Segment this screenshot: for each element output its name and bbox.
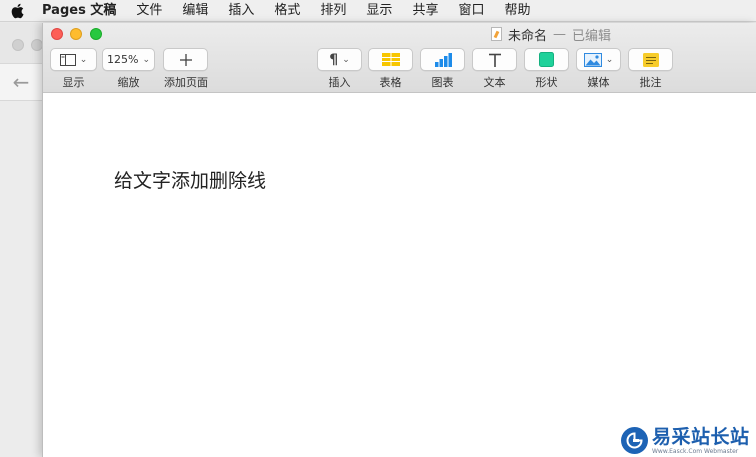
pages-window: 未命名 — 已编辑 ⌄ 显示 125% ⌄ 缩放 添加页面 ¶ ⌄ 插入 表格 … xyxy=(42,23,756,457)
plus-icon xyxy=(179,53,192,66)
menu-share[interactable]: 共享 xyxy=(402,0,448,22)
photo-icon xyxy=(583,52,602,67)
document-status: 已编辑 xyxy=(572,28,612,44)
menu-window[interactable]: 窗口 xyxy=(448,0,494,22)
view-button[interactable]: ⌄ xyxy=(50,48,97,71)
square-shape-icon xyxy=(539,52,554,67)
chevron-down-icon: ⌄ xyxy=(142,54,150,65)
menu-format[interactable]: 格式 xyxy=(264,0,310,22)
menu-file[interactable]: 文件 xyxy=(126,0,172,22)
table-button[interactable] xyxy=(368,48,413,71)
chevron-down-icon: ⌄ xyxy=(342,54,350,65)
menu-insert[interactable]: 插入 xyxy=(218,0,264,22)
back-arrow-icon[interactable]: ← xyxy=(10,71,32,93)
menu-edit[interactable]: 编辑 xyxy=(172,0,218,22)
shape-button[interactable] xyxy=(524,48,569,71)
close-window-icon[interactable] xyxy=(51,28,63,40)
apple-menu-icon[interactable] xyxy=(0,0,34,22)
document-body-text[interactable]: 给文字添加删除线 xyxy=(114,166,266,193)
media-label: 媒体 xyxy=(587,76,610,89)
menu-app-name[interactable]: Pages 文稿 xyxy=(34,0,126,22)
menu-arrange[interactable]: 排列 xyxy=(310,0,356,22)
inactive-close-icon[interactable] xyxy=(12,39,24,51)
watermark-text: 易采站长站 Www.Easck.Com Webmaster xyxy=(652,425,750,455)
site-watermark: 易采站长站 Www.Easck.Com Webmaster xyxy=(621,424,756,457)
chart-button[interactable] xyxy=(420,48,465,71)
shape-label: 形状 xyxy=(535,76,558,89)
bar-chart-icon xyxy=(434,52,452,67)
zoom-label: 缩放 xyxy=(117,76,140,89)
menu-view[interactable]: 显示 xyxy=(356,0,402,22)
add-page-label: 添加页面 xyxy=(164,76,208,89)
zoom-value: 125% xyxy=(107,53,139,66)
table-label: 表格 xyxy=(379,76,402,89)
insert-label: 插入 xyxy=(328,76,351,89)
menu-bar: Pages 文稿 文件 编辑 插入 格式 排列 显示 共享 窗口 帮助 xyxy=(0,0,756,22)
document-title: 未命名 — 已编辑 xyxy=(491,25,612,44)
paragraph-icon: ¶ xyxy=(329,51,339,68)
text-button[interactable] xyxy=(472,48,517,71)
pages-document-icon xyxy=(491,27,502,41)
fullscreen-window-icon[interactable] xyxy=(90,28,102,40)
minimize-window-icon[interactable] xyxy=(70,28,82,40)
chart-label: 图表 xyxy=(431,76,454,89)
document-name[interactable]: 未命名 xyxy=(508,25,547,44)
watermark-name: 易采站长站 xyxy=(652,425,750,448)
note-icon xyxy=(642,52,659,67)
window-titlebar: 未命名 — 已编辑 ⌄ 显示 125% ⌄ 缩放 添加页面 ¶ ⌄ 插入 表格 … xyxy=(43,23,756,93)
add-page-button[interactable] xyxy=(163,48,208,71)
text-label: 文本 xyxy=(483,76,506,89)
chevron-down-icon: ⌄ xyxy=(79,54,88,65)
comment-button[interactable] xyxy=(628,48,673,71)
chevron-down-icon: ⌄ xyxy=(605,54,614,65)
table-icon xyxy=(381,53,400,66)
view-label: 显示 xyxy=(62,76,85,89)
zoom-select[interactable]: 125% ⌄ xyxy=(102,48,155,71)
insert-button[interactable]: ¶ ⌄ xyxy=(317,48,362,71)
text-t-icon xyxy=(488,53,501,67)
title-separator: — xyxy=(553,26,567,42)
menu-help[interactable]: 帮助 xyxy=(494,0,540,22)
comment-label: 批注 xyxy=(639,76,662,89)
sidebar-layout-icon xyxy=(59,53,76,66)
watermark-subtitle: Www.Easck.Com Webmaster xyxy=(652,447,739,455)
watermark-logo-icon xyxy=(621,427,648,454)
media-button[interactable]: ⌄ xyxy=(576,48,621,71)
